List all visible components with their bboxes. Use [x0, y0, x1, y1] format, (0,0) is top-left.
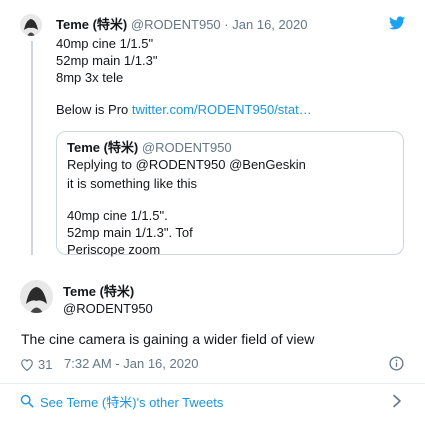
divider — [0, 383, 425, 384]
quoted-author-handle[interactable]: @RODENT950 — [142, 140, 232, 155]
see-other-tweets-label: See Teme (特米)'s other Tweets — [40, 394, 224, 410]
heart-icon — [21, 358, 33, 371]
avatar[interactable] — [20, 280, 53, 313]
tweet-timestamp[interactable]: 7:32 AM - Jan 16, 2020 — [64, 356, 198, 372]
replying-label: Replying to — [67, 157, 133, 172]
parent-tweet-line-2: 52mp main 1/1.3" — [56, 53, 158, 68]
chevron-right-icon[interactable] — [392, 394, 402, 408]
quoted-tweet-line-2: 40mp cine 1/1.5". — [67, 208, 168, 223]
tweet-date[interactable]: Jan 16, 2020 — [232, 17, 307, 32]
quoted-tweet-line-4: Periscope zoom — [67, 242, 161, 257]
replying-to-mention-2[interactable]: @BenGeskin — [229, 157, 306, 172]
parent-tweet-line-1: 40mp cine 1/1.5" — [56, 36, 154, 51]
avatar[interactable] — [20, 14, 42, 36]
avatar-image — [20, 14, 42, 36]
author-name[interactable]: Teme (特米) — [56, 17, 127, 32]
quoted-tweet-header: Teme (特米) @RODENT950 — [67, 139, 232, 156]
twitter-bird-icon[interactable] — [389, 16, 405, 30]
replying-to-mention-1[interactable]: @RODENT950 — [136, 157, 226, 172]
like-count: 31 — [38, 356, 53, 372]
quoted-tweet-line-3: 52mp main 1/1.3". Tof — [67, 225, 193, 240]
replying-to: Replying to @RODENT950 @BenGeskin — [67, 156, 306, 173]
search-icon — [20, 394, 34, 408]
main-tweet-text: The cine camera is gaining a wider field… — [21, 331, 315, 347]
parent-tweet-line-3: 8mp 3x tele — [56, 70, 124, 85]
parent-tweet-below-line: Below is Pro twitter.com/RODENT950/stat… — [56, 101, 312, 118]
like-button[interactable]: 31 — [20, 356, 52, 372]
see-other-tweets-link[interactable]: See Teme (特米)'s other Tweets — [20, 392, 405, 410]
avatar-image — [20, 280, 53, 313]
parent-tweet-header: Teme (特米) @RODENT950 · Jan 16, 2020 — [56, 16, 307, 33]
author-handle[interactable]: @RODENT950 — [131, 17, 221, 32]
tweet-link[interactable]: twitter.com/RODENT950/stat… — [132, 102, 312, 117]
info-icon[interactable] — [389, 356, 404, 371]
main-author-handle[interactable]: @RODENT950 — [63, 300, 153, 317]
quoted-author-name[interactable]: Teme (特米) — [67, 140, 138, 155]
dot-separator: · — [224, 17, 229, 32]
quoted-tweet-line-1: it is something like this — [67, 176, 198, 191]
thread-line — [31, 41, 33, 255]
below-prefix: Below is Pro — [56, 102, 129, 117]
main-author-name[interactable]: Teme (特米) — [63, 283, 134, 300]
